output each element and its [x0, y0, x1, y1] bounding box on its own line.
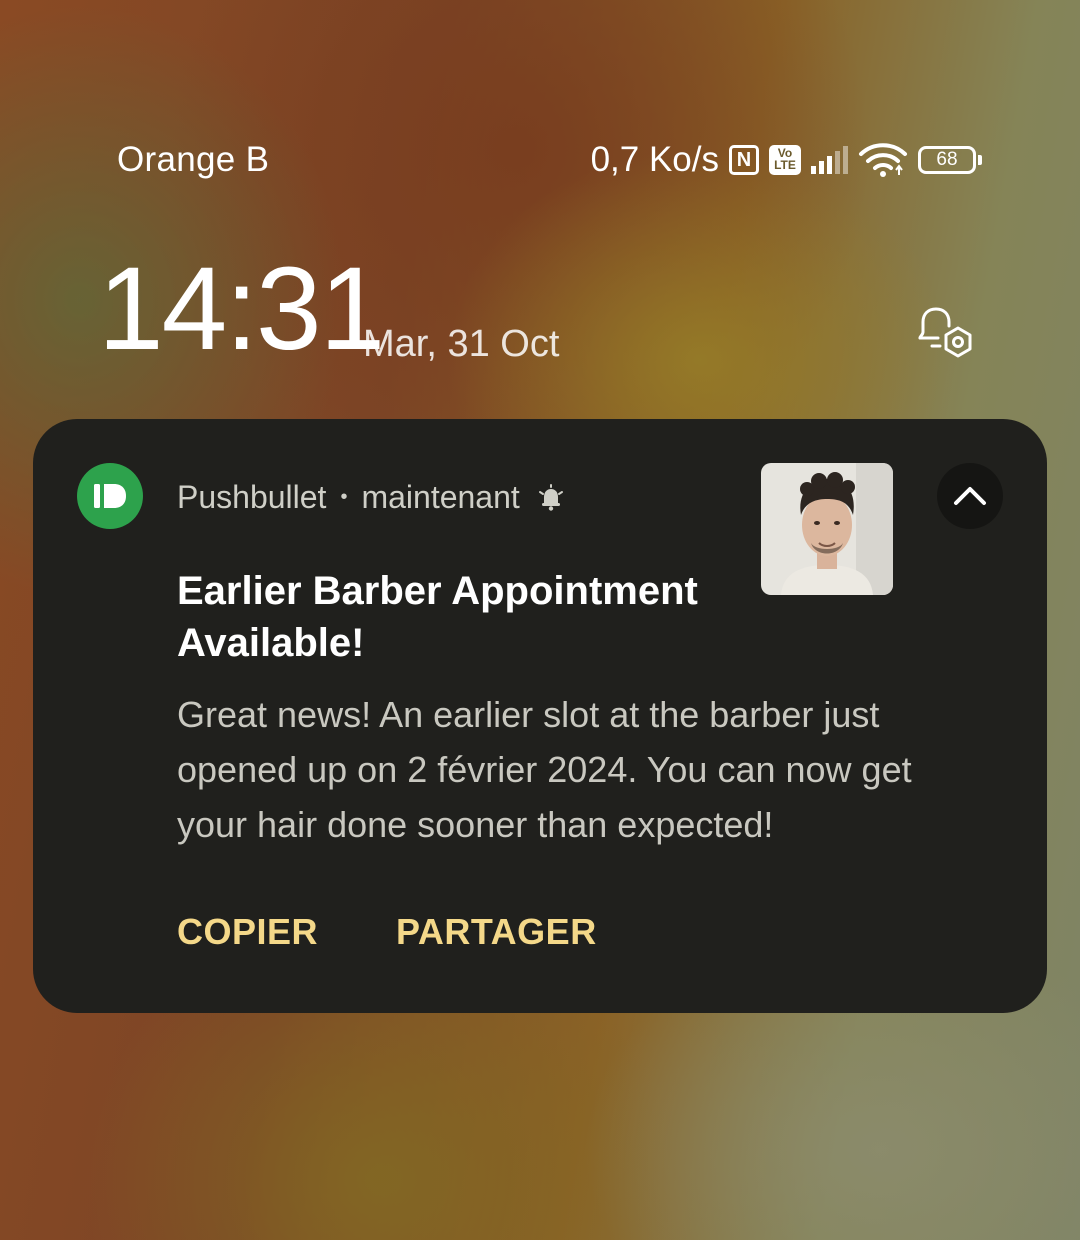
collapse-button[interactable] [937, 463, 1003, 529]
pushbullet-app-icon [77, 463, 143, 529]
status-bar: Orange B 0,7 Ko/s N Vo LTE 68 [0, 136, 1080, 186]
share-button[interactable]: PARTAGER [396, 911, 597, 953]
battery-icon: 68 [918, 146, 982, 174]
volte-icon: Vo LTE [769, 145, 801, 175]
alert-bell-icon [538, 483, 563, 511]
notification-settings-icon[interactable] [912, 302, 976, 366]
notification-body: Great news! An earlier slot at the barbe… [177, 694, 912, 845]
notification-timestamp: maintenant [361, 479, 520, 515]
wifi-icon [859, 143, 907, 177]
separator: • [340, 486, 348, 508]
status-icons: 0,7 Ko/s N Vo LTE 68 [591, 140, 982, 180]
copy-button[interactable]: COPIER [177, 911, 318, 953]
sender-avatar [761, 463, 893, 595]
carrier-name: Orange B [117, 140, 270, 179]
chevron-up-icon [954, 487, 986, 505]
notification-card[interactable]: Pushbullet • maintenant Earlier Barber A… [33, 419, 1047, 1013]
notification-title: Earlier Barber Appointment Available! [177, 569, 698, 665]
app-name: Pushbullet [177, 479, 327, 515]
lockscreen-clock: 14:31 [98, 243, 385, 375]
notification-actions: COPIER PARTAGER [177, 911, 597, 953]
notification-header: Pushbullet • maintenant [177, 479, 566, 516]
lockscreen-date: Mar, 31 Oct [363, 323, 560, 365]
network-speed: 0,7 Ko/s [590, 140, 719, 179]
battery-level: 68 [918, 146, 976, 174]
signal-icon [811, 146, 848, 174]
nfc-icon: N [729, 145, 759, 175]
